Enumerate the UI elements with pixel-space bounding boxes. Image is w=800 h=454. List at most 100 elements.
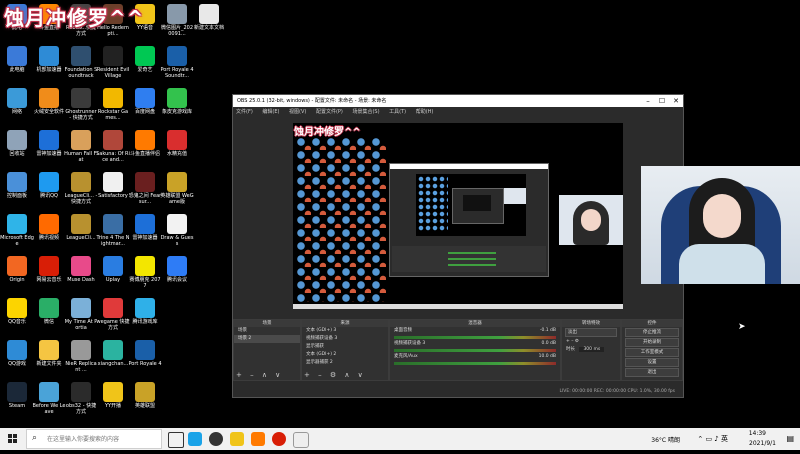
menu-view[interactable]: 视图(V) bbox=[289, 109, 306, 115]
menu-profile[interactable]: 配置文件(P) bbox=[316, 109, 343, 115]
desktop-icon[interactable]: 恐鬼之间 Fear sur... bbox=[128, 172, 162, 205]
tray-icons[interactable]: ⌃ ▭ ♪ 英 bbox=[697, 434, 728, 444]
transition-tools[interactable]: + – ⚙ bbox=[562, 338, 620, 346]
desktop-icon[interactable]: Before We Leave bbox=[32, 382, 66, 415]
desktop-icon[interactable]: 腾讯QQ bbox=[32, 172, 66, 199]
desktop-icon-label: 腾讯游戏库 bbox=[132, 319, 158, 325]
desktop-icon[interactable]: 雷神加速器 bbox=[32, 130, 66, 157]
desktop-icon[interactable]: QQ游戏 bbox=[0, 340, 34, 367]
desktop-icon[interactable]: 腾讯游戏库 bbox=[128, 298, 162, 325]
menu-edit[interactable]: 编辑(E) bbox=[262, 109, 279, 115]
desktop-icon[interactable]: Trine 4 The Nightmar... bbox=[96, 214, 130, 247]
desktop-icon[interactable]: Microsoft Edge bbox=[0, 214, 34, 247]
menu-scene-collection[interactable]: 场景集合(S) bbox=[352, 109, 379, 115]
desktop-icon[interactable]: Ghostrunner - 快捷方式 bbox=[64, 88, 98, 121]
settings-button[interactable]: 设置 bbox=[625, 358, 679, 367]
obs-preview[interactable]: 蚀月冲修罗^^ bbox=[293, 123, 623, 309]
start-button[interactable] bbox=[0, 428, 26, 450]
desktop-icon[interactable]: 回收站 bbox=[0, 130, 34, 157]
desktop-icon[interactable]: 英雄联盟 WeGame版 bbox=[160, 172, 194, 205]
obs-taskbar-icon[interactable] bbox=[209, 432, 223, 446]
netease-music-taskbar-icon[interactable] bbox=[272, 432, 286, 446]
menu-file[interactable]: 文件(F) bbox=[236, 109, 253, 115]
desktop-icon[interactable]: Origin bbox=[0, 256, 34, 283]
source-item[interactable]: 视频捕获设备 3 bbox=[302, 335, 388, 343]
desktop-icon[interactable]: QQ音乐 bbox=[0, 298, 34, 325]
source-toolbar[interactable]: + – ⚙ ∧ ∨ bbox=[304, 371, 366, 379]
explorer-taskbar-icon[interactable] bbox=[293, 432, 309, 448]
scene-item[interactable]: 场景 2 bbox=[234, 335, 300, 343]
desktop-icon[interactable]: wegame 快捷方式 bbox=[96, 298, 130, 331]
desktop-icon[interactable]: Satisfactory bbox=[96, 172, 130, 199]
desktop-icon[interactable]: 网络 bbox=[0, 88, 34, 115]
douyu-taskbar-icon[interactable] bbox=[251, 432, 265, 446]
source-item[interactable]: 文本 (GDI+) 2 bbox=[302, 351, 388, 359]
transition-select[interactable]: 淡出 bbox=[565, 328, 617, 337]
stop-streaming-button[interactable]: 停止推流 bbox=[625, 328, 679, 337]
desktop-icon[interactable]: 雷神加速器 bbox=[128, 214, 162, 241]
desktop-icon[interactable]: obs32 - 快捷方式 bbox=[64, 382, 98, 415]
search-box[interactable]: ⌕ bbox=[26, 429, 162, 449]
desktop-icon[interactable]: 新建文件夹 bbox=[32, 340, 66, 367]
desktop-icon[interactable]: 斗鱼直播伴侣 bbox=[128, 130, 162, 157]
task-view-icon[interactable] bbox=[168, 432, 184, 448]
desktop-icon[interactable]: Sakuna: Of Rice and... bbox=[96, 130, 130, 163]
desktop-icon[interactable]: 火绒安全软件 bbox=[32, 88, 66, 115]
desktop-icon[interactable]: Rockstar Games... bbox=[96, 88, 130, 121]
desktop-icon[interactable]: 百度网盘 bbox=[128, 88, 162, 115]
scene-item[interactable]: 场景 bbox=[234, 327, 300, 335]
notification-icon[interactable]: ▤ bbox=[786, 434, 794, 443]
desktop-icon[interactable]: Port Royale 4 Soundtr... bbox=[160, 46, 194, 79]
desktop-icon[interactable]: LeagueCli... - 快捷方式 bbox=[64, 172, 98, 205]
scene-toolbar[interactable]: + – ∧ ∨ bbox=[236, 371, 283, 379]
start-recording-button[interactable]: 开始录制 bbox=[625, 338, 679, 347]
desktop-icon[interactable]: 水精充值 bbox=[160, 130, 194, 157]
desktop-icon[interactable]: xiangchan... bbox=[96, 340, 130, 367]
desktop-icon[interactable]: Human Fall Flat bbox=[64, 130, 98, 163]
menu-help[interactable]: 帮助(H) bbox=[416, 109, 434, 115]
desktop-icon[interactable]: 赛博朋克 2077 bbox=[128, 256, 162, 289]
desktop-icon[interactable]: 微信图片_2020091... bbox=[160, 4, 194, 37]
obs-titlebar[interactable]: OBS 25.0.1 (32-bit, windows) - 配置文件: 未命名… bbox=[233, 95, 683, 107]
desktop-icon[interactable]: Foundation Soundtrack bbox=[64, 46, 98, 79]
minimize-button[interactable]: – bbox=[641, 95, 655, 107]
desktop-icon[interactable]: Steam bbox=[0, 382, 34, 409]
desktop-icon[interactable]: 此电脑 bbox=[0, 46, 34, 73]
desktop-icon[interactable]: Port Royale 4 bbox=[128, 340, 162, 367]
close-button[interactable]: ✕ bbox=[669, 95, 683, 107]
clock-time[interactable]: 14:39 bbox=[749, 430, 766, 437]
desktop-icon[interactable]: 象皮克游戏库 bbox=[160, 88, 194, 115]
source-item[interactable]: 文本 (GDI+) 3 bbox=[302, 327, 388, 335]
desktop-icon[interactable]: NieR Replicant ... bbox=[64, 340, 98, 373]
maximize-button[interactable]: ☐ bbox=[655, 95, 669, 107]
desktop-icon[interactable]: My Time At Portia bbox=[64, 298, 98, 331]
desktop-icon[interactable]: 机部加速器 bbox=[32, 46, 66, 73]
desktop-icon[interactable]: Resident Evil Village bbox=[96, 46, 130, 79]
desktop-icon[interactable]: LeagueCli... bbox=[64, 214, 98, 241]
search-input[interactable] bbox=[45, 435, 159, 444]
duration-input[interactable]: 300 ms bbox=[579, 347, 605, 352]
exit-button[interactable]: 退出 bbox=[625, 368, 679, 377]
source-item[interactable]: 显示捕获 bbox=[302, 343, 388, 351]
clock-date[interactable]: 2021/9/1 bbox=[749, 440, 776, 447]
desktop-icon[interactable]: Draw & Guess bbox=[160, 214, 194, 247]
edge-taskbar-icon[interactable] bbox=[188, 432, 202, 446]
desktop-icon-label: LeagueCli... bbox=[66, 235, 96, 241]
desktop-icon[interactable]: 新建文本文档 bbox=[192, 4, 226, 31]
source-item[interactable]: 显示器捕获 2 bbox=[302, 359, 388, 367]
desktop-icon[interactable]: YY开播 bbox=[96, 382, 130, 409]
menu-tools[interactable]: 工具(T) bbox=[389, 109, 406, 115]
studio-mode-button[interactable]: 工作室模式 bbox=[625, 348, 679, 357]
desktop-icon[interactable]: 腾讯会议 bbox=[160, 256, 194, 283]
desktop-icon[interactable]: 英雄联盟 bbox=[128, 382, 162, 409]
weather[interactable]: 36°C 晴朗 bbox=[651, 435, 680, 444]
desktop-icon[interactable]: 腾讯视频 bbox=[32, 214, 66, 241]
obs-window[interactable]: OBS 25.0.1 (32-bit, windows) - 配置文件: 未命名… bbox=[232, 94, 684, 398]
desktop-icon[interactable]: 微信 bbox=[32, 298, 66, 325]
yy-taskbar-icon[interactable] bbox=[230, 432, 244, 446]
desktop-icon[interactable]: Muse Dash bbox=[64, 256, 98, 283]
desktop-icon[interactable]: Uplay bbox=[96, 256, 130, 283]
desktop-icon[interactable]: 网易云音乐 bbox=[32, 256, 66, 283]
desktop-icon[interactable]: 控制面板 bbox=[0, 172, 34, 199]
desktop-icon[interactable]: 爱奇艺 bbox=[128, 46, 162, 73]
